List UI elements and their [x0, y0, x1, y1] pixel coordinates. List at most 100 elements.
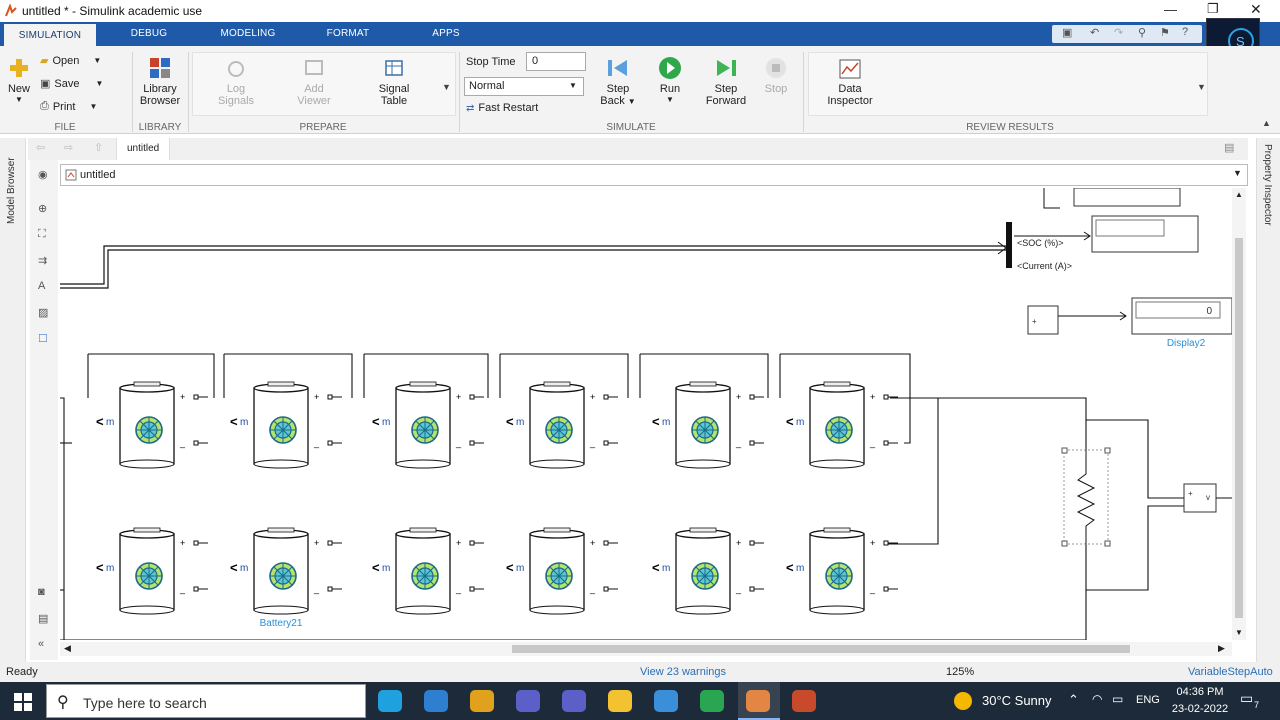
powerpoint-icon[interactable] — [792, 690, 816, 712]
teams-icon[interactable] — [516, 690, 540, 712]
review-expand-icon[interactable]: ▼ — [1197, 82, 1206, 92]
help-icon[interactable]: ? — [1182, 26, 1188, 38]
hide-show-icon[interactable]: ◉ — [38, 168, 48, 181]
battery-port — [603, 586, 609, 592]
model-browser-tab[interactable]: Model Browser — [6, 144, 17, 224]
battery-block[interactable]: < m + _ — [506, 381, 618, 469]
block-diagram[interactable]: <SOC (%)> <Current (A)> + 0 Display2 < m+… — [60, 188, 1232, 640]
weather-text[interactable]: 30°C Sunny — [982, 693, 1052, 708]
annotation-icon[interactable]: A — [38, 280, 45, 292]
tab-format[interactable]: FORMAT — [312, 22, 384, 46]
taskbar-search-box[interactable]: ⚲ Type here to search — [46, 684, 366, 718]
close-button[interactable]: ✕ — [1250, 1, 1262, 18]
edge-icon[interactable] — [378, 690, 402, 712]
data-inspector-button[interactable]: Data Inspector — [822, 58, 878, 107]
store-icon[interactable] — [424, 690, 448, 712]
back-arrow-icon[interactable]: ⇦ — [36, 141, 45, 154]
scroll-down-icon[interactable]: ▼ — [1235, 628, 1243, 637]
battery-block[interactable]: < m + _ — [506, 527, 618, 615]
battery-block[interactable]: < m + _ — [652, 381, 764, 469]
signal-table-button[interactable]: Signal Table — [370, 58, 418, 107]
breadcrumb-tab[interactable]: untitled — [116, 138, 171, 160]
warnings-link[interactable]: View 23 warnings — [640, 666, 726, 678]
fit-to-view-icon[interactable]: ⛶ — [38, 228, 46, 241]
display-block-top[interactable] — [1073, 188, 1181, 207]
scroll-left-icon[interactable]: ◀ — [64, 643, 71, 654]
battery-block[interactable]: < m + _ — [230, 381, 342, 469]
step-forward-label-2: Forward — [705, 95, 747, 107]
run-button[interactable]: Run ▼ — [652, 56, 688, 104]
horizontal-scroll-thumb[interactable] — [512, 645, 1130, 653]
battery-block[interactable]: < m + _ — [372, 527, 484, 615]
step-back-button[interactable]: Step Back ▼ — [598, 56, 638, 107]
bus-selector[interactable] — [1006, 222, 1012, 268]
save-button[interactable]: ▣ Save ▼ — [40, 77, 103, 91]
address-dropdown-icon[interactable]: ▼ — [1233, 168, 1242, 178]
image-icon[interactable]: ▨ — [38, 306, 48, 319]
property-inspector-tab[interactable]: Property Inspector — [1262, 144, 1273, 244]
tray-chevron-icon[interactable]: ⌃ — [1068, 692, 1079, 708]
file-explorer-icon[interactable] — [608, 690, 632, 712]
community-icon[interactable]: ⚑ — [1160, 26, 1170, 39]
horizontal-scrollbar[interactable]: ◀ ▶ — [60, 642, 1232, 656]
tab-simulation[interactable]: SIMULATION — [4, 22, 96, 46]
battery-block[interactable]: < m + _ — [372, 381, 484, 469]
windows-start-icon[interactable] — [14, 693, 32, 711]
battery-block[interactable]: < m + _ — [96, 527, 208, 615]
save-icon[interactable]: ▣ — [1062, 26, 1072, 39]
explorer-bar-icon[interactable]: ▤ — [38, 612, 48, 625]
stop-time-input[interactable]: 0 — [526, 52, 586, 71]
open-button[interactable]: ▰ Open ▼ — [40, 54, 101, 68]
collapse-ribbon-icon[interactable]: ▲ — [1262, 118, 1271, 128]
remote-desktop-icon[interactable] — [654, 690, 678, 712]
clock-date[interactable]: 23-02-2022 — [1166, 703, 1234, 715]
chrome-icon[interactable] — [470, 690, 494, 712]
library-browser-button[interactable]: Library Browser — [136, 56, 184, 107]
gallery-expand-icon[interactable]: ▼ — [442, 82, 451, 92]
battery-block[interactable]: < m + _ — [786, 381, 898, 469]
teams-chat-icon[interactable] — [562, 690, 586, 712]
step-forward-button[interactable]: Step Forward — [702, 56, 750, 107]
vertical-scroll-thumb[interactable] — [1235, 238, 1243, 618]
tab-debug[interactable]: DEBUG — [112, 22, 186, 46]
fast-restart-button[interactable]: ⇄ Fast Restart — [466, 102, 538, 114]
screenshot-icon[interactable]: ◙ — [38, 586, 45, 598]
stop-button[interactable]: Stop — [760, 56, 792, 95]
battery-icon[interactable]: ▭ — [1112, 692, 1123, 706]
restore-button[interactable]: ❐ — [1207, 1, 1219, 17]
undo-icon[interactable]: ↶ — [1090, 26, 1099, 39]
forward-arrow-icon[interactable]: ⇨ — [64, 141, 73, 154]
new-button[interactable]: New ▼ — [4, 56, 34, 104]
battery-block[interactable]: < m + _ — [96, 381, 208, 469]
log-signals-button[interactable]: Log Signals — [212, 58, 260, 107]
redo-icon[interactable]: ↷ — [1114, 26, 1123, 39]
scroll-right-icon[interactable]: ▶ — [1218, 643, 1225, 654]
collapse-palette-icon[interactable]: « — [38, 638, 44, 650]
tab-modeling[interactable]: MODELING — [206, 22, 290, 46]
up-arrow-icon[interactable]: ⇧ — [94, 141, 103, 154]
wifi-icon[interactable]: ◠ — [1092, 692, 1102, 706]
address-bar[interactable]: untitled ▼ — [60, 164, 1248, 186]
add-viewer-button[interactable]: Add Viewer — [290, 58, 338, 107]
model-canvas[interactable]: <SOC (%)> <Current (A)> + 0 Display2 < m +… — [60, 188, 1232, 640]
solver-link[interactable]: VariableStepAuto — [1188, 666, 1273, 678]
minimize-button[interactable]: — — [1164, 2, 1177, 17]
battery-block[interactable]: < m + _ — [230, 527, 342, 615]
clock-time[interactable]: 04:36 PM — [1170, 686, 1230, 698]
language-indicator[interactable]: ENG — [1136, 694, 1160, 706]
area-icon[interactable]: ☐ — [38, 332, 48, 345]
tab-apps[interactable]: APPS — [418, 22, 474, 46]
hide-explorer-icon[interactable]: ▤ — [1224, 141, 1234, 154]
zoom-icon[interactable]: ⊕ — [38, 202, 47, 215]
battery-block[interactable]: < m + _ — [786, 527, 898, 615]
battery-block[interactable]: < m + _ — [652, 527, 764, 615]
arrow-direction-icon[interactable]: ⇉ — [38, 254, 47, 267]
print-button[interactable]: ⎙ Print ▼ — [40, 100, 97, 113]
chrome-profile-icon[interactable] — [700, 690, 724, 712]
search-icon[interactable]: ⚲ — [1138, 26, 1146, 39]
notification-icon[interactable]: ▭ — [1240, 690, 1253, 707]
simulation-mode-select[interactable]: Normal ▼ — [464, 77, 584, 96]
resistor-block[interactable] — [1061, 447, 1111, 547]
vertical-scrollbar[interactable]: ▲ ▼ — [1232, 188, 1246, 640]
scroll-up-icon[interactable]: ▲ — [1235, 190, 1243, 199]
